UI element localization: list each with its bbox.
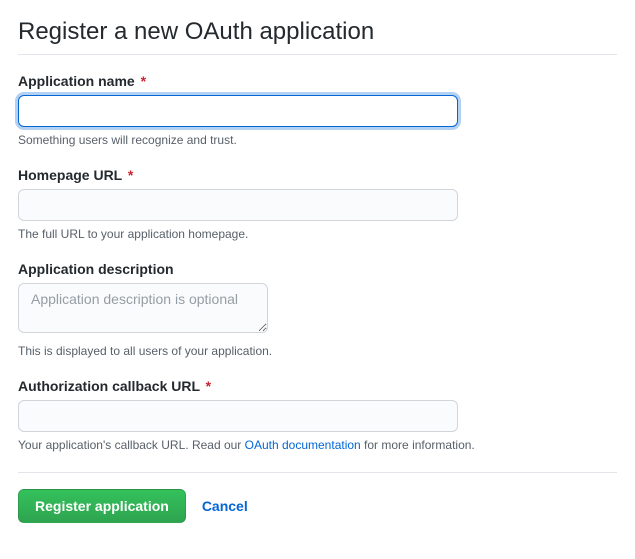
- description-textarea[interactable]: [18, 283, 268, 333]
- form-group-homepage-url: Homepage URL * The full URL to your appl…: [18, 167, 617, 241]
- form-group-description: Application description This is displaye…: [18, 261, 617, 358]
- app-name-note: Something users will recognize and trust…: [18, 133, 617, 147]
- button-row: Register application Cancel: [18, 489, 617, 523]
- register-application-button[interactable]: Register application: [18, 489, 186, 523]
- cancel-button[interactable]: Cancel: [202, 498, 248, 514]
- app-name-input[interactable]: [18, 95, 458, 127]
- description-label: Application description: [18, 261, 617, 277]
- app-name-label: Application name *: [18, 73, 617, 89]
- callback-url-label: Authorization callback URL *: [18, 378, 617, 394]
- page-title: Register a new OAuth application: [18, 18, 617, 55]
- callback-url-input[interactable]: [18, 400, 458, 432]
- homepage-url-note: The full URL to your application homepag…: [18, 227, 617, 241]
- required-asterisk: *: [141, 73, 146, 89]
- label-text: Application name: [18, 73, 135, 89]
- note-text-before: Your application's callback URL. Read ou…: [18, 438, 245, 452]
- callback-url-note: Your application's callback URL. Read ou…: [18, 438, 617, 452]
- homepage-url-label: Homepage URL *: [18, 167, 617, 183]
- label-text: Application description: [18, 261, 174, 277]
- form-group-callback-url: Authorization callback URL * Your applic…: [18, 378, 617, 452]
- required-asterisk: *: [128, 167, 133, 183]
- label-text: Homepage URL: [18, 167, 122, 183]
- divider: [18, 472, 617, 473]
- note-text-after: for more information.: [361, 438, 475, 452]
- required-asterisk: *: [206, 378, 211, 394]
- form-group-app-name: Application name * Something users will …: [18, 73, 617, 147]
- oauth-doc-link[interactable]: OAuth documentation: [245, 438, 361, 452]
- description-note: This is displayed to all users of your a…: [18, 344, 617, 358]
- homepage-url-input[interactable]: [18, 189, 458, 221]
- label-text: Authorization callback URL: [18, 378, 200, 394]
